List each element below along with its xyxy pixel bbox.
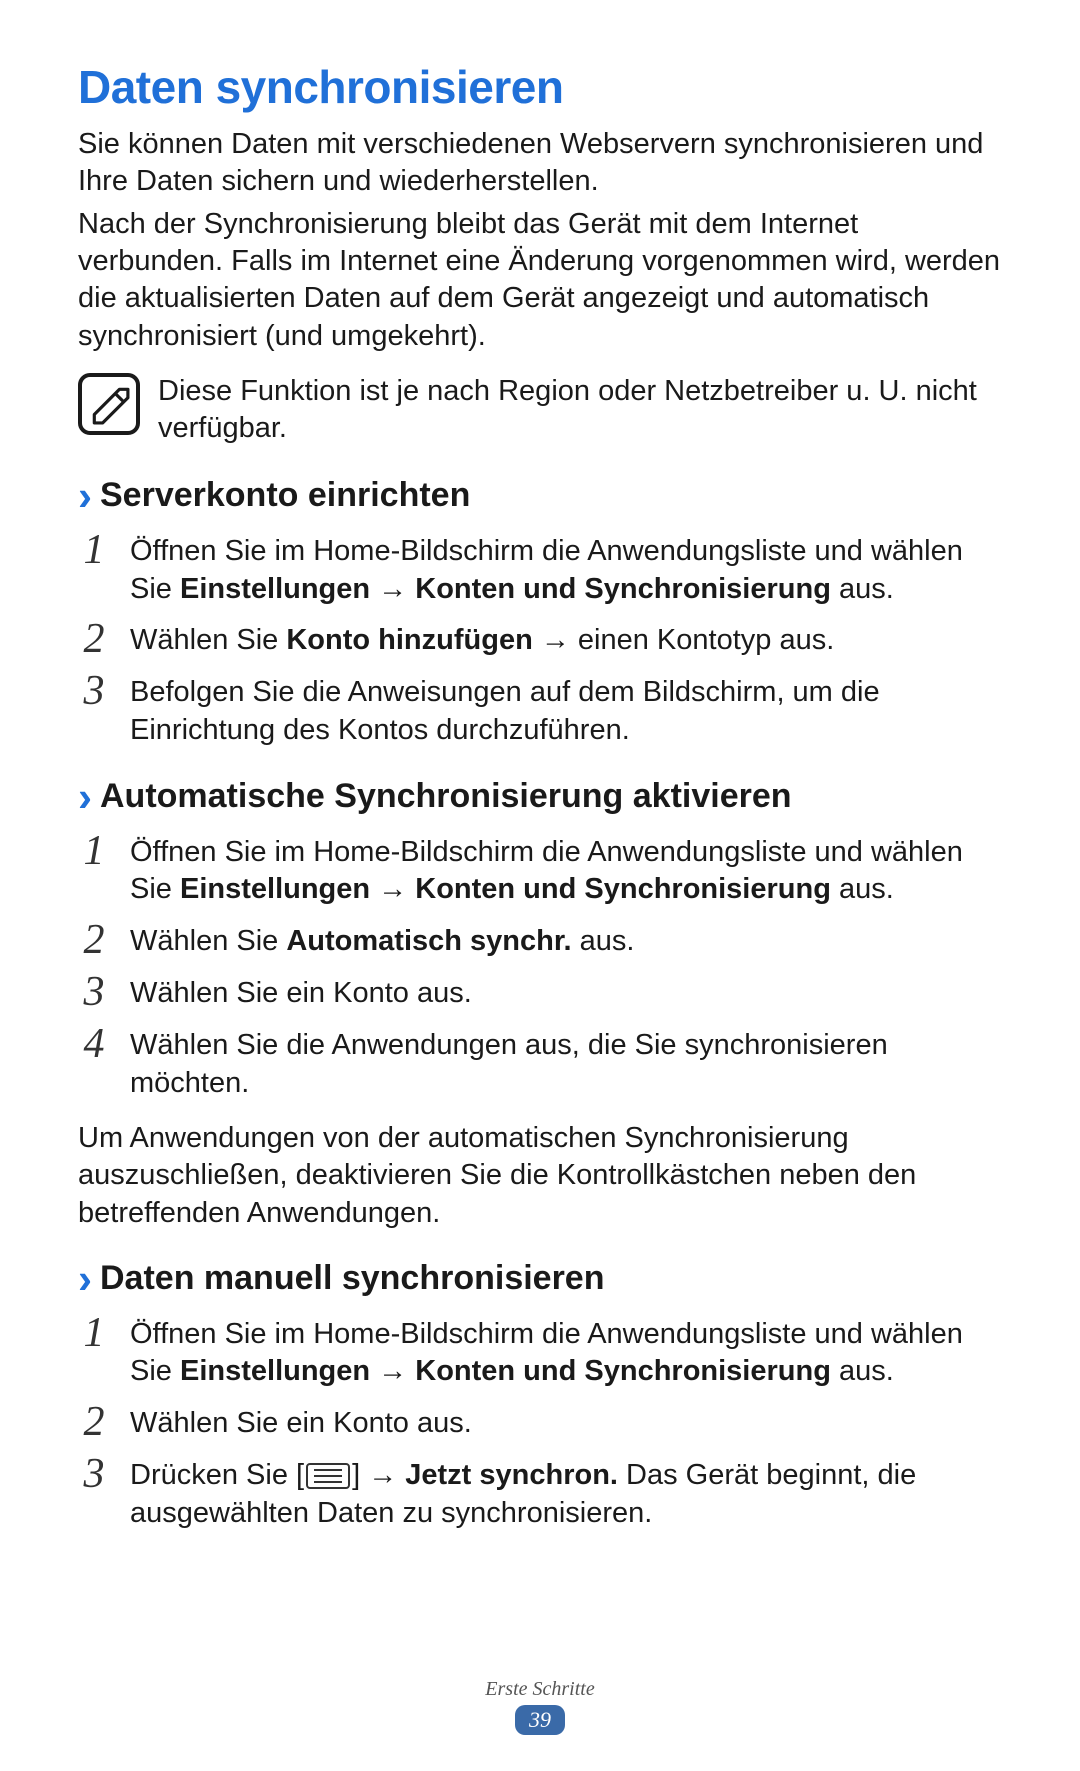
note-text: Diese Funktion ist je nach Region oder N… (158, 373, 1002, 447)
step-row: 2 Wählen Sie Konto hinzufügen → einen Ko… (78, 616, 1002, 660)
step-body: Befolgen Sie die Anweisungen auf dem Bil… (130, 668, 1002, 749)
subheading-text: Automatische Synchronisierung aktivieren (100, 777, 792, 816)
page-footer: Erste Schritte 39 (0, 1678, 1080, 1735)
intro-paragraph-2: Nach der Synchronisierung bleibt das Ger… (78, 206, 1002, 354)
bold-term: Einstellungen (180, 573, 370, 605)
step-row: 3 Wählen Sie ein Konto aus. (78, 969, 1002, 1013)
chevron-icon: › (78, 776, 92, 818)
bold-term: Konten und Synchronisierung (415, 1355, 831, 1387)
step-text: aus. (831, 873, 894, 905)
menu-icon (306, 1463, 350, 1489)
arrow-text: → (370, 573, 415, 605)
step-number: 1 (78, 828, 110, 872)
step-body: Drücken Sie [] → Jetzt synchron. Das Ger… (130, 1451, 1002, 1532)
step-text: ] → (352, 1459, 405, 1491)
step-number: 4 (78, 1021, 110, 1065)
document-page: Daten synchronisieren Sie können Daten m… (0, 0, 1080, 1771)
step-body: Wählen Sie ein Konto aus. (130, 1399, 1002, 1443)
bold-term: Einstellungen (180, 1355, 370, 1387)
step-number: 2 (78, 1399, 110, 1443)
step-body: Wählen Sie Konto hinzufügen → einen Kont… (130, 616, 1002, 660)
step-row: 2 Wählen Sie Automatisch synchr. aus. (78, 917, 1002, 961)
subheading-text: Serverkonto einrichten (100, 476, 470, 515)
subheading-manual-sync: › Daten manuell synchronisieren (78, 1258, 1002, 1300)
step-body: Öffnen Sie im Home-Bildschirm die Anwend… (130, 828, 1002, 909)
step-body: Wählen Sie die Anwendungen aus, die Sie … (130, 1021, 1002, 1102)
note-callout: Diese Funktion ist je nach Region oder N… (78, 373, 1002, 447)
section-after-paragraph: Um Anwendungen von der automatischen Syn… (78, 1120, 1002, 1231)
step-number: 1 (78, 527, 110, 571)
step-number: 3 (78, 969, 110, 1013)
step-number: 2 (78, 917, 110, 961)
step-text: aus. (831, 573, 894, 605)
step-text: → einen Kontotyp aus. (533, 624, 834, 656)
step-row: 3 Befolgen Sie die Anweisungen auf dem B… (78, 668, 1002, 749)
subheading-text: Daten manuell synchronisieren (100, 1259, 605, 1298)
step-body: Wählen Sie ein Konto aus. (130, 969, 1002, 1013)
step-body: Öffnen Sie im Home-Bildschirm die Anwend… (130, 1310, 1002, 1391)
footer-section-name: Erste Schritte (0, 1678, 1080, 1701)
step-number: 3 (78, 668, 110, 712)
step-text: aus. (572, 925, 635, 957)
bold-term: Konten und Synchronisierung (415, 873, 831, 905)
chevron-icon: › (78, 475, 92, 517)
step-text: aus. (831, 1355, 894, 1387)
step-text: Wählen Sie (130, 624, 286, 656)
step-text: Wählen Sie (130, 925, 286, 957)
step-row: 3 Drücken Sie [] → Jetzt synchron. Das G… (78, 1451, 1002, 1532)
step-row: 1 Öffnen Sie im Home-Bildschirm die Anwe… (78, 828, 1002, 909)
bold-term: Konto hinzufügen (286, 624, 532, 656)
bold-term: Einstellungen (180, 873, 370, 905)
step-number: 2 (78, 616, 110, 660)
subheading-server-account: › Serverkonto einrichten (78, 475, 1002, 517)
page-title: Daten synchronisieren (78, 60, 1002, 114)
step-row: 2 Wählen Sie ein Konto aus. (78, 1399, 1002, 1443)
bold-term: Automatisch synchr. (286, 925, 571, 957)
note-icon (78, 373, 140, 435)
step-row: 4 Wählen Sie die Anwendungen aus, die Si… (78, 1021, 1002, 1102)
bold-term: Jetzt synchron. (405, 1459, 618, 1491)
bold-term: Konten und Synchronisierung (415, 573, 831, 605)
step-body: Wählen Sie Automatisch synchr. aus. (130, 917, 1002, 961)
arrow-text: → (370, 1355, 415, 1387)
step-text: Drücken Sie [ (130, 1459, 304, 1491)
step-number: 1 (78, 1310, 110, 1354)
step-row: 1 Öffnen Sie im Home-Bildschirm die Anwe… (78, 527, 1002, 608)
chevron-icon: › (78, 1258, 92, 1300)
step-number: 3 (78, 1451, 110, 1495)
step-body: Öffnen Sie im Home-Bildschirm die Anwend… (130, 527, 1002, 608)
subheading-auto-sync: › Automatische Synchronisierung aktivier… (78, 776, 1002, 818)
page-number-badge: 39 (515, 1705, 565, 1735)
intro-paragraph-1: Sie können Daten mit verschiedenen Webse… (78, 126, 1002, 200)
arrow-text: → (370, 873, 415, 905)
step-row: 1 Öffnen Sie im Home-Bildschirm die Anwe… (78, 1310, 1002, 1391)
